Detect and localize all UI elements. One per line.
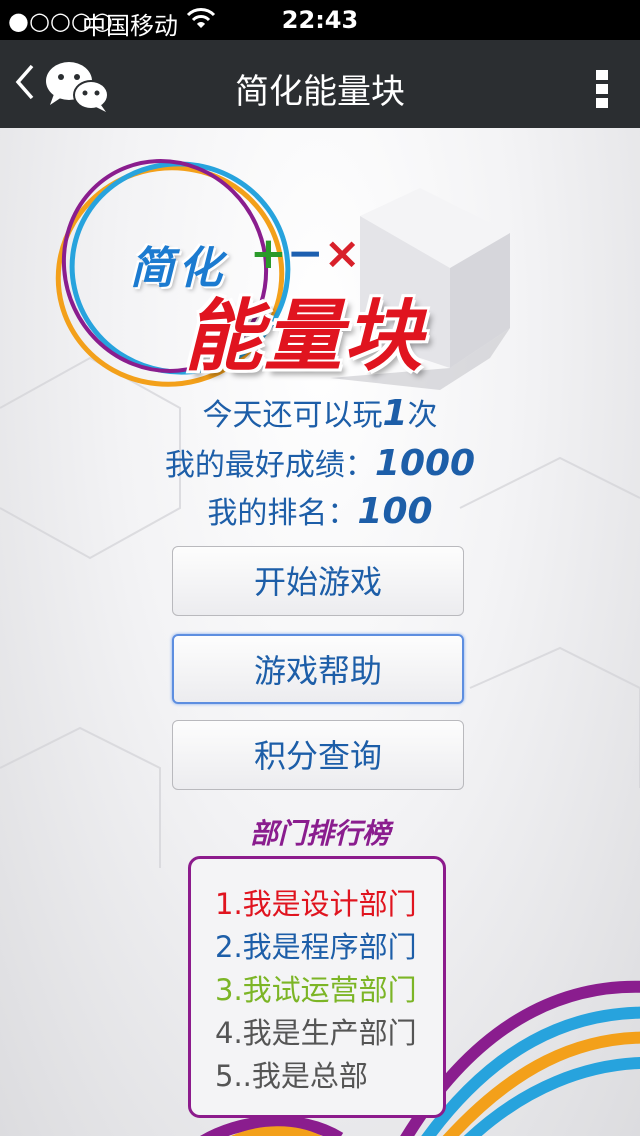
best-score-label: 我的最好成绩： xyxy=(164,448,375,483)
logo-title-big: 能量块 xyxy=(184,292,425,382)
plays-value: 1 xyxy=(382,393,408,434)
plays-suffix: 次 xyxy=(407,398,438,433)
best-score: 我的最好成绩：1000 xyxy=(0,440,640,484)
department-ranking-list: 1.我是设计部门 2.我是程序部门 3.我试运营部门 4.我是生产部门 5..我… xyxy=(188,856,446,1118)
points-query-button[interactable]: 积分查询 xyxy=(172,720,464,790)
nav-bar: 简化能量块 xyxy=(0,40,640,128)
ranking-title: 部门排行榜 xyxy=(249,817,390,850)
clock: 22:43 xyxy=(281,6,359,34)
more-menu-icon[interactable] xyxy=(596,70,608,112)
times-sign: × xyxy=(323,228,361,279)
logo-operators: +−× xyxy=(250,228,361,279)
ranking-item: 2.我是程序部门 xyxy=(215,930,417,964)
page-title: 简化能量块 xyxy=(235,72,405,112)
ranking-item: 4.我是生产部门 xyxy=(215,1016,417,1050)
rank-value: 100 xyxy=(357,491,433,532)
rank-label: 我的排名： xyxy=(207,496,358,531)
ranking-item: 3.我试运营部门 xyxy=(215,973,417,1007)
minus-sign: − xyxy=(286,228,324,279)
game-home: 简化 +−× 能量块 今天还可以玩1次 我的最好成绩：1000 我的排名：100… xyxy=(0,128,640,1136)
start-game-button[interactable]: 开始游戏 xyxy=(172,546,464,616)
status-bar: ●○○○○ 中国移动 22:43 xyxy=(0,0,640,40)
best-score-value: 1000 xyxy=(374,443,476,484)
ranking-item: 5..我是总部 xyxy=(215,1059,368,1093)
game-help-button[interactable]: 游戏帮助 xyxy=(172,634,464,704)
plays-left: 今天还可以玩1次 xyxy=(0,390,640,434)
plus-sign: + xyxy=(250,228,287,279)
my-rank: 我的排名：100 xyxy=(0,488,640,532)
plays-prefix: 今天还可以玩 xyxy=(202,398,383,433)
ranking-item: 1.我是设计部门 xyxy=(215,887,417,921)
